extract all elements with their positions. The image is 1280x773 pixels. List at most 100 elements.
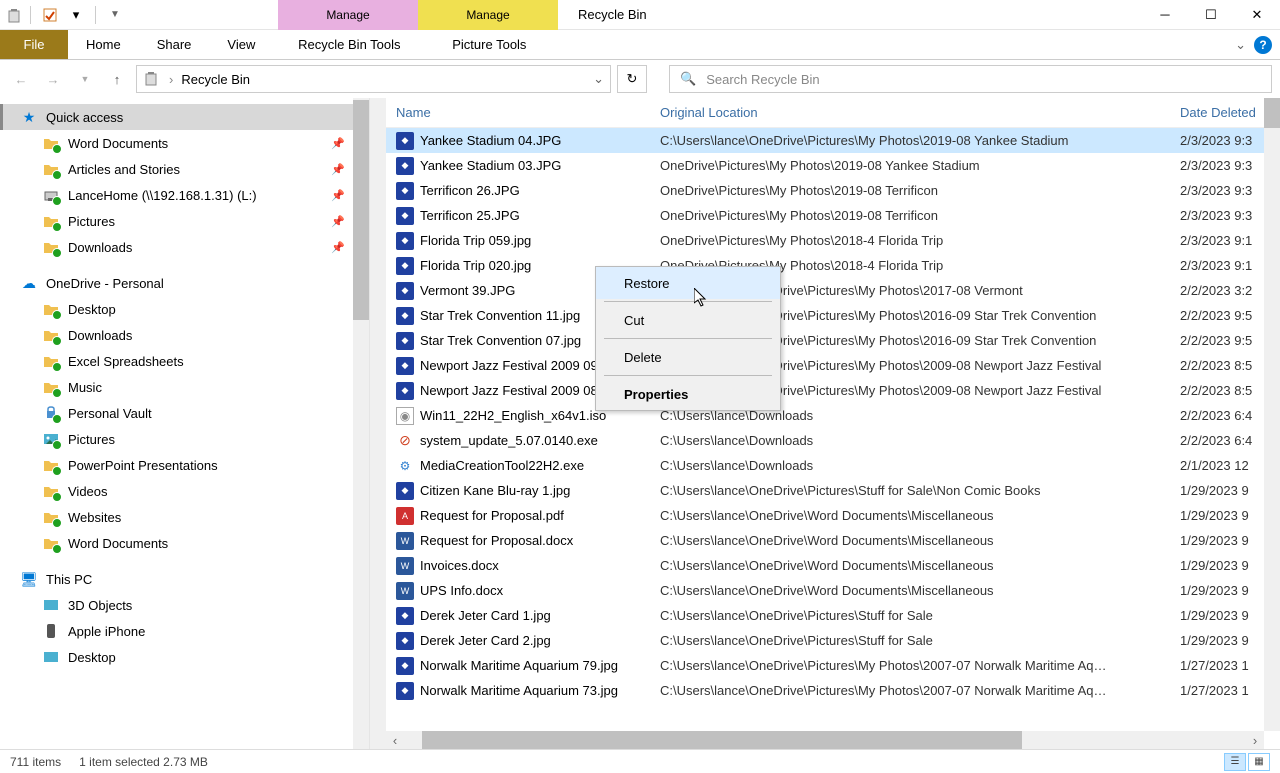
context-restore[interactable]: Restore xyxy=(596,267,780,299)
sidebar-scrollbar[interactable] xyxy=(353,98,369,749)
file-row[interactable]: ◆Norwalk Maritime Aquarium 79.jpgC:\User… xyxy=(370,653,1280,678)
breadcrumb-location[interactable]: Recycle Bin xyxy=(181,72,585,87)
search-box[interactable]: 🔍 Search Recycle Bin xyxy=(669,65,1272,93)
sidebar-item[interactable]: PowerPoint Presentations xyxy=(0,452,369,478)
context-properties[interactable]: Properties xyxy=(596,378,780,410)
title-bar: ▾ ▼ Manage Manage Recycle Bin ─ ☐ ✕ xyxy=(0,0,1280,30)
file-row[interactable]: ARequest for Proposal.pdfC:\Users\lance\… xyxy=(370,503,1280,528)
context-menu: Restore Cut Delete Properties xyxy=(595,266,781,411)
sidebar-item[interactable]: Music xyxy=(0,374,369,400)
file-row[interactable]: ◆Star Trek Convention 07.jpgC:\Users\lan… xyxy=(370,328,1280,353)
details-view-button[interactable]: ☰ xyxy=(1224,753,1246,771)
sidebar-item[interactable]: Desktop xyxy=(0,296,369,322)
file-location: C:\Users\lance\OneDrive\Pictures\Stuff f… xyxy=(660,608,1180,623)
help-icon[interactable]: ? xyxy=(1254,36,1272,54)
contextual-tab-recycle[interactable]: Manage xyxy=(278,0,418,30)
file-row[interactable]: ◆Citizen Kane Blu-ray 1.jpgC:\Users\lanc… xyxy=(370,478,1280,503)
file-row[interactable]: WInvoices.docxC:\Users\lance\OneDrive\Wo… xyxy=(370,553,1280,578)
qat-properties-icon[interactable] xyxy=(39,4,61,26)
gutter-scrollbar[interactable] xyxy=(370,98,386,749)
sidebar-item[interactable]: Word Documents xyxy=(0,530,369,556)
qat-dropdown-icon[interactable]: ▾ xyxy=(65,4,87,26)
back-button[interactable]: ← xyxy=(8,66,34,92)
home-tab[interactable]: Home xyxy=(68,30,139,59)
ribbon-collapse-icon[interactable]: ⌄ xyxy=(1235,37,1246,53)
horizontal-scrollbar[interactable]: ‹› xyxy=(386,731,1264,749)
sidebar-item[interactable]: Downloads📌 xyxy=(0,234,369,260)
file-name: Citizen Kane Blu-ray 1.jpg xyxy=(420,483,660,498)
file-row[interactable]: ◆Derek Jeter Card 2.jpgC:\Users\lance\On… xyxy=(370,628,1280,653)
qat-customize-icon[interactable]: ▼ xyxy=(104,4,126,26)
file-row[interactable]: ⊘system_update_5.07.0140.exeC:\Users\lan… xyxy=(370,428,1280,453)
column-original-location[interactable]: Original Location xyxy=(660,105,1180,120)
file-location: C:\Users\lance\OneDrive\Pictures\My Phot… xyxy=(660,133,1180,148)
exe-icon: ⊘ xyxy=(396,432,414,450)
close-button[interactable]: ✕ xyxy=(1234,0,1280,30)
sidebar-item[interactable]: Pictures xyxy=(0,426,369,452)
folder-icon xyxy=(42,534,60,552)
breadcrumb-separator-icon[interactable]: › xyxy=(169,72,173,87)
sidebar-item[interactable]: 3D Objects xyxy=(0,592,369,618)
address-bar[interactable]: › Recycle Bin ⌄ xyxy=(136,65,611,93)
search-icon: 🔍 xyxy=(680,71,696,87)
sidebar-item[interactable]: Desktop xyxy=(0,644,369,670)
file-row[interactable]: WUPS Info.docxC:\Users\lance\OneDrive\Wo… xyxy=(370,578,1280,603)
context-cut[interactable]: Cut xyxy=(596,304,780,336)
contextual-tab-picture[interactable]: Manage xyxy=(418,0,558,30)
forward-button[interactable]: → xyxy=(40,66,66,92)
file-row[interactable]: ◆Vermont 39.JPGC:\Users\lance\OneDrive\P… xyxy=(370,278,1280,303)
sidebar-item[interactable]: Excel Spreadsheets xyxy=(0,348,369,374)
sidebar-item[interactable]: Articles and Stories📌 xyxy=(0,156,369,182)
refresh-button[interactable]: ↻ xyxy=(617,65,647,93)
file-row[interactable]: ◆Terrificon 26.JPGOneDrive\Pictures\My P… xyxy=(370,178,1280,203)
file-row[interactable]: WRequest for Proposal.docxC:\Users\lance… xyxy=(370,528,1280,553)
file-location: OneDrive\Pictures\My Photos\2018-4 Flori… xyxy=(660,233,1180,248)
file-tab[interactable]: File xyxy=(0,30,68,59)
sidebar-item-label: Quick access xyxy=(46,110,123,125)
sidebar-item[interactable]: Apple iPhone xyxy=(0,618,369,644)
sidebar-item[interactable]: Videos xyxy=(0,478,369,504)
context-delete[interactable]: Delete xyxy=(596,341,780,373)
recent-dropdown[interactable]: ▼ xyxy=(72,66,98,92)
file-name: MediaCreationTool22H2.exe xyxy=(420,458,660,473)
vertical-scrollbar[interactable] xyxy=(1264,98,1280,731)
file-row[interactable]: ◆Star Trek Convention 11.jpgC:\Users\lan… xyxy=(370,303,1280,328)
file-location: C:\Users\lance\OneDrive\Word Documents\M… xyxy=(660,583,1180,598)
pin-icon: 📌 xyxy=(331,137,345,150)
file-row[interactable]: ◆Derek Jeter Card 1.jpgC:\Users\lance\On… xyxy=(370,603,1280,628)
thumbnails-view-button[interactable]: ▦ xyxy=(1248,753,1270,771)
file-row[interactable]: ◉Win11_22H2_English_x64v1.isoC:\Users\la… xyxy=(370,403,1280,428)
recycle-bin-tools-tab[interactable]: Recycle Bin Tools xyxy=(279,30,419,59)
file-name: UPS Info.docx xyxy=(420,583,660,598)
image-icon: ◆ xyxy=(396,182,414,200)
file-row[interactable]: ◆Florida Trip 020.jpgOneDrive\Pictures\M… xyxy=(370,253,1280,278)
sidebar-onedrive[interactable]: ☁ OneDrive - Personal xyxy=(0,270,369,296)
sidebar-item-label: Downloads xyxy=(68,328,132,343)
file-row[interactable]: ◆Newport Jazz Festival 2009 09.jpgC:\Use… xyxy=(370,353,1280,378)
maximize-button[interactable]: ☐ xyxy=(1188,0,1234,30)
address-dropdown-icon[interactable]: ⌄ xyxy=(593,71,604,87)
up-button[interactable]: ↑ xyxy=(104,66,130,92)
sidebar-item[interactable]: Websites xyxy=(0,504,369,530)
file-row[interactable]: ◆Yankee Stadium 03.JPGOneDrive\Pictures\… xyxy=(370,153,1280,178)
word-icon: W xyxy=(396,557,414,575)
file-row[interactable]: ⚙MediaCreationTool22H2.exeC:\Users\lance… xyxy=(370,453,1280,478)
sidebar-quick-access[interactable]: ★ Quick access xyxy=(0,104,369,130)
file-row[interactable]: ◆Terrificon 25.JPGOneDrive\Pictures\My P… xyxy=(370,203,1280,228)
column-name[interactable]: Name xyxy=(396,105,660,120)
sidebar-this-pc[interactable]: 🖥 This PC xyxy=(0,566,369,592)
view-tab[interactable]: View xyxy=(209,30,273,59)
sidebar-item[interactable]: Downloads xyxy=(0,322,369,348)
picture-tools-tab[interactable]: Picture Tools xyxy=(419,30,559,59)
sidebar-item[interactable]: Word Documents📌 xyxy=(0,130,369,156)
sidebar-item[interactable]: Personal Vault xyxy=(0,400,369,426)
file-location: OneDrive\Pictures\My Photos\2019-08 Yank… xyxy=(660,158,1180,173)
minimize-button[interactable]: ─ xyxy=(1142,0,1188,30)
sidebar-item[interactable]: LanceHome (\\192.168.1.31) (L:)📌 xyxy=(0,182,369,208)
file-row[interactable]: ◆Florida Trip 059.jpgOneDrive\Pictures\M… xyxy=(370,228,1280,253)
file-row[interactable]: ◆Newport Jazz Festival 2009 08.jpgC:\Use… xyxy=(370,378,1280,403)
sidebar-item[interactable]: Pictures📌 xyxy=(0,208,369,234)
file-row[interactable]: ◆Norwalk Maritime Aquarium 73.jpgC:\User… xyxy=(370,678,1280,703)
file-row[interactable]: ◆Yankee Stadium 04.JPGC:\Users\lance\One… xyxy=(370,128,1280,153)
share-tab[interactable]: Share xyxy=(139,30,210,59)
